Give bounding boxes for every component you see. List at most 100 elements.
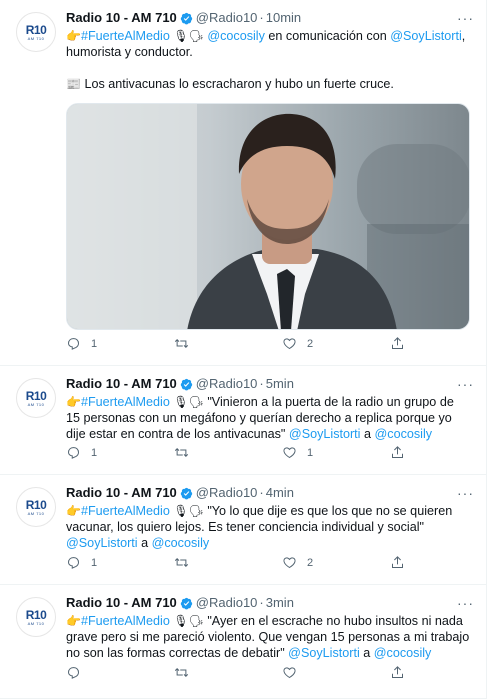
- timestamp[interactable]: 5min: [266, 375, 294, 393]
- more-options-icon[interactable]: ···: [457, 484, 474, 502]
- tweet-actions: 1 2: [66, 336, 406, 351]
- tweet[interactable]: R10 AM 710 Radio 10 - AM 710 @Radio10 · …: [0, 366, 486, 475]
- handle[interactable]: @Radio10: [196, 594, 258, 612]
- tweet[interactable]: R10 AM 710 Radio 10 - AM 710 @Radio10 · …: [0, 585, 486, 699]
- retweet-icon: [174, 668, 189, 677]
- tweet-paragraph: 📰 Los antivacunas lo escracharon y hubo …: [66, 76, 470, 92]
- more-options-icon[interactable]: ···: [457, 375, 474, 393]
- mention-link[interactable]: @SoyListorti: [390, 29, 462, 43]
- display-name[interactable]: Radio 10 - AM 710: [66, 375, 177, 393]
- avatar[interactable]: R10 AM 710: [16, 487, 56, 527]
- tweet-header: Radio 10 - AM 710 @Radio10 · 3min ···: [66, 594, 473, 612]
- retweet-button[interactable]: [174, 336, 282, 351]
- tweet-content: Radio 10 - AM 710 @Radio10 · 4min ··· 👉#…: [66, 484, 473, 551]
- share-button[interactable]: [390, 555, 405, 570]
- heart-icon: [283, 667, 296, 679]
- like-button[interactable]: 2: [282, 336, 390, 351]
- heart-icon: [283, 557, 296, 569]
- heart-icon: [283, 447, 296, 459]
- tweet-header: Radio 10 - AM 710 @Radio10 · 5min ···: [66, 375, 473, 393]
- portrait-photo: [67, 104, 469, 329]
- tweet-photo[interactable]: [66, 103, 470, 330]
- reply-count: 1: [91, 446, 98, 459]
- verified-badge-icon: [180, 597, 193, 610]
- verified-badge-icon: [180, 12, 193, 25]
- retweet-button[interactable]: [174, 445, 282, 460]
- microphone-icon: 🎙: [173, 395, 189, 409]
- reply-button[interactable]: 1: [66, 445, 174, 460]
- share-button[interactable]: [390, 336, 405, 351]
- mention-link[interactable]: @cocosily: [152, 536, 210, 550]
- display-name[interactable]: Radio 10 - AM 710: [66, 484, 177, 502]
- mention-link[interactable]: @cocosily: [374, 646, 432, 660]
- handle[interactable]: @Radio10: [196, 375, 258, 393]
- tweet-text: 👉#FuerteAlMedio 🎙🗣 @cocosily en comunica…: [66, 28, 470, 92]
- reply-button[interactable]: [66, 665, 174, 680]
- reply-count: 1: [91, 337, 98, 350]
- like-button[interactable]: [282, 665, 390, 680]
- tweet-header: Radio 10 - AM 710 @Radio10 · 4min ···: [66, 484, 473, 502]
- retweet-button[interactable]: [174, 665, 282, 680]
- timestamp[interactable]: 3min: [266, 594, 294, 612]
- like-button[interactable]: 1: [282, 445, 390, 460]
- tweet-actions: [66, 665, 406, 680]
- reply-count: 1: [91, 556, 98, 569]
- timestamp[interactable]: 4min: [266, 484, 294, 502]
- tweet[interactable]: R10 AM 710 Radio 10 - AM 710 @Radio10 · …: [0, 475, 486, 585]
- tweet-text: 👉#FuerteAlMedio 🎙🗣 "Yo lo que dije es qu…: [66, 503, 470, 551]
- display-name[interactable]: Radio 10 - AM 710: [66, 594, 177, 612]
- like-count: 2: [307, 556, 314, 569]
- tweet-body: en comunicación con: [264, 29, 391, 43]
- tweet[interactable]: R10 AM 710 Radio 10 - AM 710 @Radio10 · …: [0, 0, 486, 366]
- share-button[interactable]: [390, 445, 405, 460]
- reply-button[interactable]: 1: [66, 555, 174, 570]
- avatar[interactable]: R10 AM 710: [16, 12, 56, 52]
- more-options-icon[interactable]: ···: [457, 594, 474, 612]
- like-count: 2: [307, 337, 314, 350]
- tweet-content: Radio 10 - AM 710 @Radio10 · 5min ··· 👉#…: [66, 375, 473, 442]
- heart-icon: [283, 338, 296, 350]
- avatar-logo-text: R10: [25, 22, 47, 37]
- tweet-content: Radio 10 - AM 710 @Radio10 · 3min ··· 👉#…: [66, 594, 473, 661]
- share-icon: [392, 446, 403, 458]
- avatar-logo-subtext: AM 710: [27, 401, 45, 407]
- reply-icon: [67, 447, 80, 459]
- hashtag-link[interactable]: #FuerteAlMedio: [81, 614, 170, 628]
- retweet-button[interactable]: [174, 555, 282, 570]
- share-button[interactable]: [390, 665, 405, 680]
- hashtag-link[interactable]: #FuerteAlMedio: [81, 395, 170, 409]
- mention-link[interactable]: @cocosily: [375, 427, 433, 441]
- tweet-text: 👉#FuerteAlMedio 🎙🗣 "Vinieron a la puerta…: [66, 394, 470, 442]
- speaking-head-icon: 🗣: [188, 29, 204, 43]
- handle[interactable]: @Radio10: [196, 9, 258, 27]
- mention-link[interactable]: @SoyListorti: [289, 427, 361, 441]
- display-name[interactable]: Radio 10 - AM 710: [66, 9, 177, 27]
- separator-dot: ·: [259, 10, 264, 25]
- mention-link[interactable]: @SoyListorti: [66, 536, 138, 550]
- mention-link[interactable]: @cocosily: [207, 29, 265, 43]
- hashtag-link[interactable]: #FuerteAlMedio: [81, 29, 170, 43]
- speaking-head-icon: 🗣: [188, 504, 204, 518]
- handle[interactable]: @Radio10: [196, 484, 258, 502]
- mention-link[interactable]: @SoyListorti: [288, 646, 360, 660]
- timestamp[interactable]: 10min: [266, 9, 301, 27]
- speaking-head-icon: 🗣: [188, 614, 204, 628]
- avatar-logo-text: R10: [25, 607, 47, 622]
- avatar[interactable]: R10 AM 710: [16, 597, 56, 637]
- reply-icon: [67, 338, 80, 350]
- like-button[interactable]: 2: [282, 555, 390, 570]
- hashtag-link[interactable]: #FuerteAlMedio: [81, 504, 170, 518]
- verified-badge-icon: [180, 378, 193, 391]
- separator-dot: ·: [259, 595, 264, 610]
- share-icon: [392, 556, 403, 568]
- tweet-actions: 1 1: [66, 445, 406, 460]
- tweet-connector: a: [359, 646, 374, 660]
- tweet-actions: 1 2: [66, 555, 406, 570]
- reply-button[interactable]: 1: [66, 336, 174, 351]
- timeline: R10 AM 710 Radio 10 - AM 710 @Radio10 · …: [0, 0, 487, 699]
- pointing-hand-icon: 👉: [66, 614, 81, 628]
- more-options-icon[interactable]: ···: [457, 9, 474, 27]
- avatar[interactable]: R10 AM 710: [16, 378, 56, 418]
- pointing-hand-icon: 👉: [66, 395, 81, 409]
- tweet-connector: a: [137, 536, 152, 550]
